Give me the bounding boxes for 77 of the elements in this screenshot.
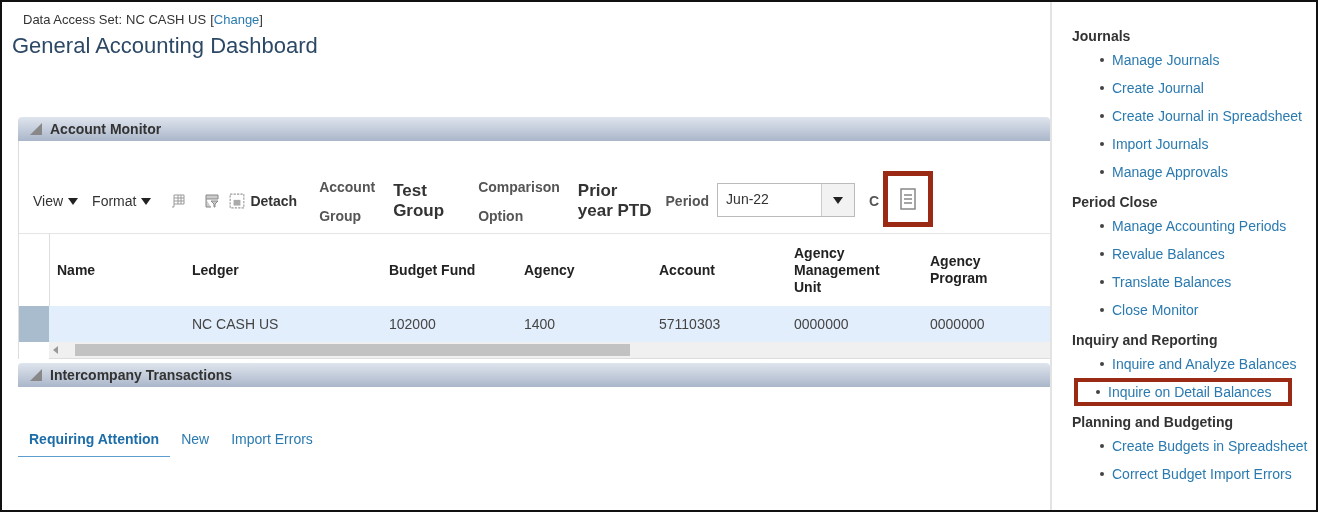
bullet-icon [1100,224,1104,228]
column-header: Ledger [191,260,240,280]
account-group-label: Group [319,207,363,224]
bullet-icon [1100,58,1104,62]
task-link[interactable]: Inquire and Analyze Balances [1112,356,1297,372]
tab[interactable]: Import Errors [220,427,324,457]
account-group-value: Group [393,201,445,221]
table-icon [171,194,186,208]
task-link[interactable]: Manage Approvals [1112,164,1228,180]
period-select[interactable]: Jun-22 [717,183,856,217]
column-header: Budget Fund [388,260,477,280]
bullet-icon [1100,362,1104,366]
bullet-icon [1100,308,1104,312]
tab[interactable]: Requiring Attention [18,427,171,457]
table-cell: 102000 [382,306,517,342]
caret-icon [833,195,844,205]
comparison-option-label: Option [478,207,525,224]
section-heading: Period Close [1072,194,1159,210]
comparison-option-value: Prior [577,181,619,201]
detach-icon [229,193,246,209]
comparison-option-label: Comparison [478,178,560,195]
panel-title: Intercompany Transactions [50,367,233,383]
task-link[interactable]: Create Journal [1112,80,1204,96]
page-title: General Accounting Dashboard [12,33,319,59]
table-cell: 57110303 [652,306,787,342]
table-cell: 0000000 [787,306,923,342]
bullet-icon [1100,472,1104,476]
task-link[interactable]: Create Journal in Spreadsheet [1112,108,1302,124]
scroll-left-icon[interactable] [53,346,59,354]
scrollbar-thumb[interactable] [75,344,630,356]
caret-icon [141,196,152,206]
layout-button[interactable] [883,171,934,227]
task-link[interactable]: Translate Balances [1112,274,1232,290]
data-access-label: Data Access Set: [23,12,122,27]
document-icon [900,188,917,210]
detach-button[interactable]: Detach [229,171,298,231]
bullet-icon [1100,252,1104,256]
account-group-label: Account [319,178,376,195]
panel-title: Account Monitor [50,121,162,137]
period-label: Period [665,192,710,211]
triangle-icon[interactable] [30,369,42,381]
format-menu[interactable]: Format [92,171,152,231]
bullet-icon [1100,86,1104,90]
bracket: [ [210,12,214,27]
task-link[interactable]: Create Budgets in Spreadsheet [1112,438,1308,454]
bracket: ] [259,12,263,27]
table-cell: 0000000 [923,306,1050,342]
task-link[interactable]: Revalue Balances [1112,246,1225,262]
bullet-icon [1100,114,1104,118]
data-access-value: NC CASH US [126,12,207,27]
column-header: Agency Program [929,252,989,288]
column-header: Agency [523,260,576,280]
column-header: Agency Management Unit [793,243,881,297]
view-menu[interactable]: View [33,171,79,231]
bullet-icon [1100,170,1104,174]
filter-table-icon [205,194,220,208]
bullet-icon [1100,280,1104,284]
section-heading: Inquiry and Reporting [1072,332,1219,348]
cut-label: C [869,192,880,211]
triangle-icon[interactable] [30,123,42,135]
account-group-value: Test [393,181,428,201]
task-link[interactable]: Close Monitor [1112,302,1199,318]
task-link[interactable]: Correct Budget Import Errors [1112,466,1292,482]
bullet-icon [1100,142,1104,146]
section-heading: Planning and Budgeting [1072,414,1234,430]
task-link[interactable]: Manage Journals [1112,52,1220,68]
bullet-icon [1096,390,1100,394]
section-heading: Journals [1072,28,1132,44]
tab[interactable]: New [170,427,221,457]
caret-icon [68,196,79,206]
table-cell: NC CASH US [185,306,382,342]
comparison-option-value: year PTD [577,201,652,221]
task-link[interactable]: Manage Accounting Periods [1112,218,1287,234]
table-cell: 1400 [517,306,652,342]
bullet-icon [1100,444,1104,448]
task-link[interactable]: Import Journals [1112,136,1209,152]
column-header: Account [658,260,716,280]
